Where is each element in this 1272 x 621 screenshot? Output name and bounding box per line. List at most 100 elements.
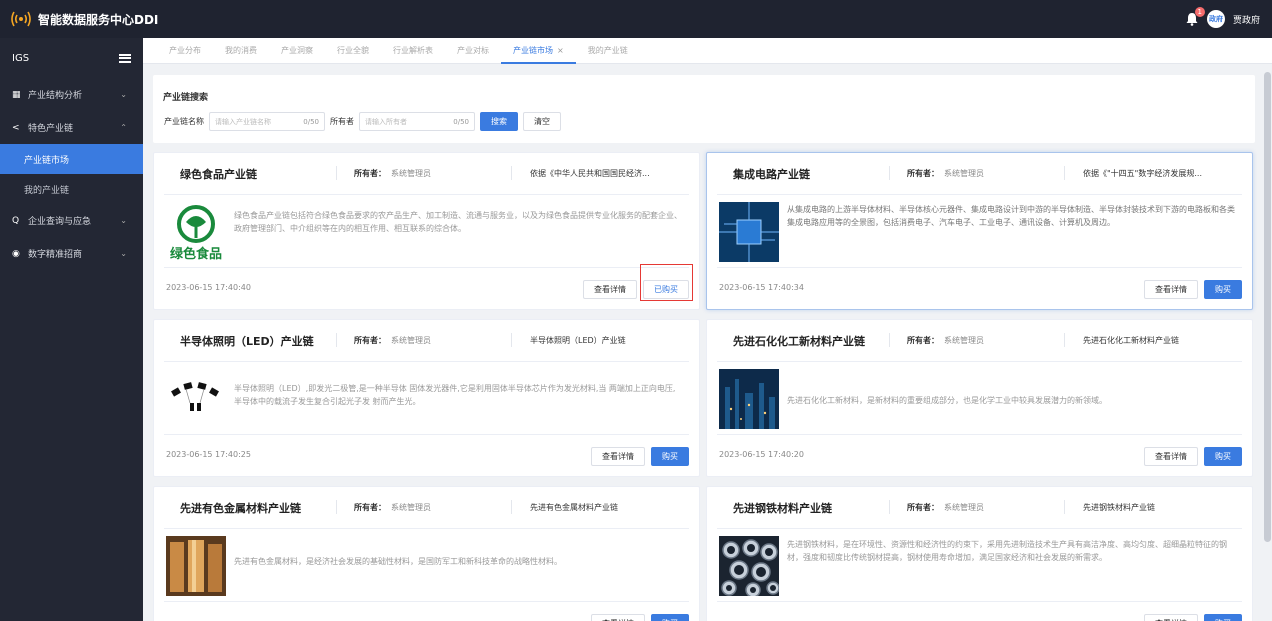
tab-chain-market[interactable]: 产业链市场 ×: [501, 38, 576, 64]
chevron-up-icon: ⌃: [120, 123, 127, 132]
green-food-logo: 绿色食品: [166, 202, 226, 262]
chevron-down-icon: ⌄: [120, 249, 127, 258]
chain-card[interactable]: 先进石化化工新材料产业链 所有者： 系统管理员 先进石化化工新材料产业链 先进石…: [706, 319, 1253, 477]
sidebar-item-chain-market[interactable]: 产业链市场: [0, 144, 143, 174]
chain-card[interactable]: 集成电路产业链 所有者： 系统管理员 依据《"十四五"数字经济发展规... 从集…: [706, 152, 1253, 310]
notification-badge: 1: [1194, 7, 1205, 17]
buy-button[interactable]: 购买: [1204, 280, 1242, 299]
tab-industry-benchmark[interactable]: 产业对标: [445, 38, 501, 64]
chain-card[interactable]: 先进钢铁材料产业链 所有者： 系统管理员 先进钢铁材料产业链 先进钢铁材料，是在…: [706, 486, 1253, 621]
tab-my-consumption[interactable]: 我的消费: [213, 38, 269, 64]
card-basis: 先进钢铁材料产业链: [1083, 503, 1155, 512]
owner-count: 0/50: [453, 117, 469, 126]
owner-label: 所有者：: [907, 169, 939, 178]
image-label: 绿色食品: [170, 246, 222, 262]
chevron-down-icon: ⌄: [120, 90, 127, 99]
top-bar: 智能数据服务中心DDI 1 政府 贾政府: [0, 0, 1272, 38]
steel-pipes-image: [719, 536, 780, 598]
app-title: 智能数据服务中心DDI: [38, 12, 159, 27]
chain-card[interactable]: 半导体照明（LED）产业链 所有者： 系统管理员 半导体照明（LED）产业链 半…: [153, 319, 700, 477]
view-details-button[interactable]: 查看详情: [1144, 614, 1198, 621]
card-time: 2023-06-15 17:40:25: [166, 450, 251, 459]
share-icon: <: [12, 122, 20, 133]
tab-my-chains[interactable]: 我的产业链: [576, 38, 640, 64]
owner-label: 所有者：: [354, 336, 386, 345]
sidebar-item-featured-chains[interactable]: < 特色产业链 ⌃: [0, 111, 143, 144]
chain-card[interactable]: 绿色食品产业链 所有者： 系统管理员 依据《中华人民共和国国民经济... 绿色食…: [153, 152, 700, 310]
search-icon: Q: [12, 215, 20, 226]
card-title: 先进钢铁材料产业链: [733, 501, 832, 515]
card-time: 2023-06-15 17:40:20: [719, 450, 804, 459]
card-owner: 系统管理员: [944, 336, 984, 345]
chain-name-input[interactable]: 请输入产业链名称 0/50: [209, 112, 325, 131]
card-owner: 系统管理员: [944, 503, 984, 512]
sidebar-header: IGS: [12, 52, 30, 64]
buy-button[interactable]: 购买: [651, 447, 689, 466]
hamburger-menu-icon[interactable]: [119, 53, 131, 63]
chain-card[interactable]: 先进有色金属材料产业链 所有者： 系统管理员 先进有色金属材料产业链 先进有色金…: [153, 486, 700, 621]
tab-industry-analysis[interactable]: 行业解析表: [381, 38, 445, 64]
card-title: 绿色食品产业链: [180, 167, 257, 181]
card-title: 先进有色金属材料产业链: [180, 501, 301, 515]
refinery-image: [719, 369, 779, 429]
sidebar-item-label: 数字精准招商: [28, 250, 83, 260]
owner-label: 所有者：: [354, 503, 386, 512]
view-details-button[interactable]: 查看详情: [1144, 447, 1198, 466]
clear-button[interactable]: 清空: [523, 112, 561, 131]
card-title: 先进石化化工新材料产业链: [733, 334, 865, 348]
buy-button[interactable]: 购买: [1204, 447, 1242, 466]
card-description: 先进石化化工新材料，是新材料的重要组成部分，也是化学工业中较具发展潜力的新领域。: [787, 396, 1107, 405]
chip-image: [719, 202, 779, 262]
chevron-down-icon: ⌄: [120, 216, 127, 225]
app-logo[interactable]: 智能数据服务中心DDI: [0, 10, 158, 28]
card-owner: 系统管理员: [391, 169, 431, 178]
owner-input[interactable]: 请输入所有者 0/50: [359, 112, 475, 131]
card-basis: 先进有色金属材料产业链: [530, 503, 618, 512]
tab-industry-overview[interactable]: 行业全貌: [325, 38, 381, 64]
card-basis: 依据《"十四五"数字经济发展规...: [1083, 169, 1202, 178]
owner-label: 所有者：: [354, 169, 386, 178]
search-button[interactable]: 搜索: [480, 112, 518, 131]
card-description: 从集成电路的上游半导体材料、半导体核心元器件、集成电路设计到中游的半导体制造、半…: [787, 205, 1235, 227]
view-details-button[interactable]: 查看详情: [583, 280, 637, 299]
close-icon[interactable]: ×: [557, 46, 564, 55]
target-icon: ◉: [12, 248, 20, 259]
sidebar-item-label: 特色产业链: [28, 124, 74, 134]
card-basis: 半导体照明（LED）产业链: [530, 336, 626, 345]
sidebar: IGS ▦ 产业结构分析 ⌄ < 特色产业链 ⌃ 产业链市场 我的产业链 Q 企…: [0, 38, 143, 621]
card-basis: 依据《中华人民共和国国民经济...: [530, 169, 650, 178]
chain-name-count: 0/50: [303, 117, 319, 126]
owner-label: 所有者：: [907, 336, 939, 345]
card-description: 绿色食品产业链包括符合绿色食品要求的农产品生产、加工制造、流通与服务业，以及为绿…: [234, 211, 682, 233]
buy-button[interactable]: 购买: [1204, 614, 1242, 621]
owner-label: 所有者：: [907, 503, 939, 512]
sidebar-item-digital-investment[interactable]: ◉ 数字精准招商 ⌄: [0, 237, 143, 270]
avatar[interactable]: 政府: [1206, 10, 1225, 28]
owner-label: 所有者: [330, 117, 354, 126]
card-basis: 先进石化化工新材料产业链: [1083, 336, 1179, 345]
notification-bell[interactable]: 1: [1185, 7, 1205, 26]
highlight-box: [640, 264, 693, 301]
search-panel-title: 产业链搜索: [163, 93, 209, 103]
view-details-button[interactable]: 查看详情: [1144, 280, 1198, 299]
scrollbar-thumb[interactable]: [1264, 72, 1271, 542]
view-details-button[interactable]: 查看详情: [591, 447, 645, 466]
sidebar-item-enterprise-query[interactable]: Q 企业查询与应急 ⌄: [0, 204, 143, 237]
tab-industry-insight[interactable]: 产业洞察: [269, 38, 325, 64]
card-description: 先进钢铁材料，是在环境性、资源性和经济性的约束下，采用先进制造技术生产具有高洁净…: [787, 540, 1227, 562]
card-owner: 系统管理员: [391, 336, 431, 345]
search-panel: 产业链搜索 产业链名称 请输入产业链名称 0/50 所有者 请输入所有者 0/5…: [153, 75, 1255, 143]
sidebar-item-my-chains[interactable]: 我的产业链: [0, 174, 143, 204]
buy-button[interactable]: 购买: [651, 614, 689, 621]
tab-bar: 产业分布 我的消费 产业洞察 行业全貌 行业解析表 产业对标 产业链市场 × 我的…: [143, 38, 1272, 64]
card-time: 2023-06-15 17:40:40: [166, 283, 251, 292]
card-description: 先进有色金属材料，是经济社会发展的基础性材料，是国防军工和新科技革命的战略性材料…: [234, 557, 562, 566]
username[interactable]: 贾政府: [1233, 13, 1260, 26]
tab-industry-distribution[interactable]: 产业分布: [157, 38, 213, 64]
broadcast-icon: [11, 11, 31, 27]
view-details-button[interactable]: 查看详情: [591, 614, 645, 621]
card-time: 2023-06-15 17:40:34: [719, 283, 804, 292]
card-owner: 系统管理员: [944, 169, 984, 178]
sidebar-item-label: 产业结构分析: [28, 91, 83, 101]
sidebar-item-industry-structure[interactable]: ▦ 产业结构分析 ⌄: [0, 78, 143, 111]
